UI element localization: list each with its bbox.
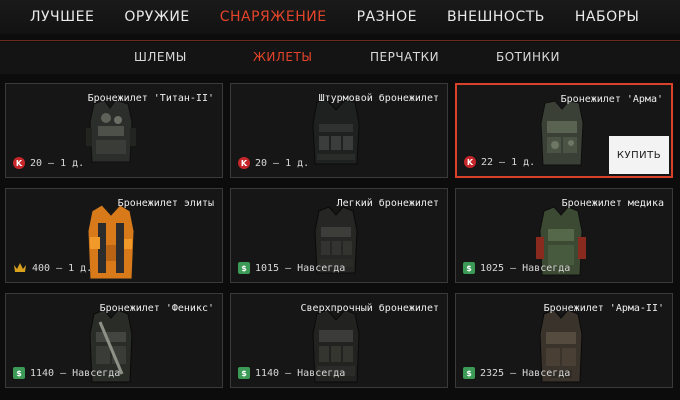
price-text: 400 – 1 д.: [32, 262, 93, 274]
tab-misc[interactable]: РАЗНОЕ: [357, 9, 417, 25]
item-price: K 20 – 1 д.: [238, 157, 309, 169]
item-title: Сверхпрочный бронежилет: [300, 303, 439, 314]
item-title: Бронежилет 'Титан-II': [87, 93, 214, 104]
tab-equipment[interactable]: СНАРЯЖЕНИЕ: [220, 9, 327, 25]
price-text: 22 – 1 д.: [481, 156, 536, 168]
price-text: 20 – 1 д.: [255, 157, 310, 169]
vest-image: [312, 99, 360, 165]
item-card[interactable]: Бронежилет 'Арма-II' $ 2325 – Навсегда: [455, 293, 673, 388]
item-title: Легкий бронежилет: [336, 198, 439, 209]
price-text: 20 – 1 д.: [30, 157, 85, 169]
dollar-icon: $: [238, 262, 250, 274]
vest-image: [86, 99, 136, 163]
kredit-icon: K: [13, 157, 25, 169]
item-title: Бронежилет медика: [561, 198, 664, 209]
price-text: 1015 – Навсегда: [255, 262, 346, 274]
item-card[interactable]: Сверхпрочный бронежилет $ 1140 – Навсегд…: [230, 293, 448, 388]
item-card[interactable]: Бронежилет элиты 400 – 1 д.: [5, 188, 223, 283]
item-card[interactable]: Бронежилет 'Арма' K 22 – 1 д. КУПИТЬ: [455, 83, 673, 178]
item-title: Бронежилет 'Арма-II': [543, 303, 664, 314]
price-text: 1140 – Навсегда: [255, 367, 346, 379]
item-card[interactable]: Бронежилет медика $ 1025 – Навсегда: [455, 188, 673, 283]
item-price: K 20 – 1 д.: [13, 157, 84, 169]
subtab-vests[interactable]: ЖИЛЕТЫ: [253, 50, 312, 64]
price-text: 1140 – Навсегда: [30, 367, 121, 379]
subtab-gloves[interactable]: ПЕРЧАТКИ: [370, 50, 439, 64]
nav-divider: [0, 40, 680, 41]
vest-image: [540, 100, 584, 166]
item-card[interactable]: Штурмовой бронежилет K 20 – 1 д.: [230, 83, 448, 178]
tab-bundles[interactable]: НАБОРЫ: [575, 9, 640, 25]
item-title: Штурмовой бронежилет: [318, 93, 439, 104]
item-card[interactable]: Легкий бронежилет $ 1015 – Навсегда: [230, 188, 448, 283]
item-price: 400 – 1 д.: [13, 262, 92, 274]
kredit-icon: K: [238, 157, 250, 169]
price-text: 1025 – Навсегда: [480, 262, 571, 274]
price-text: 2325 – Навсегда: [480, 367, 571, 379]
dollar-icon: $: [463, 262, 475, 274]
dollar-icon: $: [463, 367, 475, 379]
dollar-icon: $: [238, 367, 250, 379]
crown-icon: [14, 263, 26, 272]
item-title: Бронежилет 'Арма': [560, 94, 663, 105]
item-card[interactable]: Бронежилет 'Феникс' $ 1140 – Навсегда: [5, 293, 223, 388]
subtab-boots[interactable]: БОТИНКИ: [496, 50, 560, 64]
item-card[interactable]: Бронежилет 'Титан-II' K 20 – 1 д.: [5, 83, 223, 178]
subtab-helmets[interactable]: ШЛЕМЫ: [134, 50, 187, 64]
item-price: $ 1025 – Навсегда: [463, 262, 570, 274]
buy-button[interactable]: КУПИТЬ: [609, 136, 669, 174]
item-price: $ 1140 – Навсегда: [238, 367, 345, 379]
item-title: Бронежилет 'Феникс': [99, 303, 214, 314]
top-navigation: ЛУЧШЕЕ ОРУЖИЕ СНАРЯЖЕНИЕ РАЗНОЕ ВНЕШНОСТ…: [0, 0, 680, 34]
item-price: K 22 – 1 д.: [464, 156, 535, 168]
item-price: $ 1140 – Навсегда: [13, 367, 120, 379]
item-grid: Бронежилет 'Титан-II' K 20 – 1 д. Штурмо…: [5, 83, 675, 400]
item-title: Бронежилет элиты: [117, 198, 214, 209]
tab-best[interactable]: ЛУЧШЕЕ: [30, 9, 94, 25]
sub-navigation: ШЛЕМЫ ЖИЛЕТЫ ПЕРЧАТКИ БОТИНКИ: [0, 42, 680, 74]
tab-appearance[interactable]: ВНЕШНОСТЬ: [447, 9, 545, 25]
kredit-icon: K: [464, 156, 476, 168]
item-price: $ 1015 – Навсегда: [238, 262, 345, 274]
tab-weapons[interactable]: ОРУЖИЕ: [124, 9, 189, 25]
item-price: $ 2325 – Навсегда: [463, 367, 570, 379]
dollar-icon: $: [13, 367, 25, 379]
